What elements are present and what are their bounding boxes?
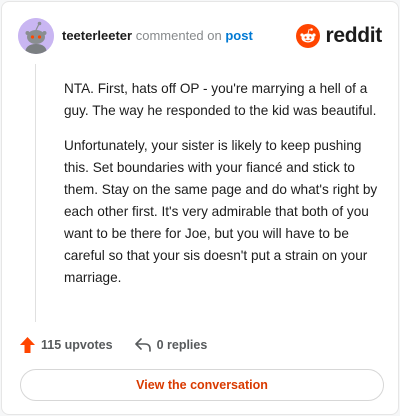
upvote-arrow-icon xyxy=(20,337,35,353)
comment-verb: commented on xyxy=(135,28,222,43)
reply-count: 0 replies xyxy=(156,338,208,352)
comment-paragraph: Unfortunately, your sister is likely to … xyxy=(64,138,378,285)
thread-line xyxy=(35,64,36,322)
comment-header: teeterleeter commented on post reddit xyxy=(18,18,382,54)
post-link[interactable]: post xyxy=(225,28,252,43)
reddit-wordmark: reddit xyxy=(325,24,382,47)
reply-arrow-icon xyxy=(134,338,151,352)
view-conversation-button[interactable]: View the conversation xyxy=(20,369,384,401)
comment-meta: teeterleeter commented on post xyxy=(62,28,253,43)
snoo-avatar-icon xyxy=(18,18,54,54)
replies-button[interactable]: 0 replies xyxy=(134,338,208,352)
comment-body: NTA. First, hats off OP - you're marryin… xyxy=(64,78,389,302)
comment-actions: 115 upvotes 0 replies xyxy=(20,336,207,354)
upvote-count: 115 upvotes xyxy=(41,338,113,352)
upvote-button[interactable]: 115 upvotes xyxy=(20,337,113,353)
comment-paragraph: NTA. First, hats off OP - you're marryin… xyxy=(64,81,377,118)
comment-card: teeterleeter commented on post reddit NT… xyxy=(1,1,399,415)
reddit-logo[interactable]: reddit xyxy=(296,22,382,50)
user-avatar[interactable] xyxy=(18,18,54,54)
username[interactable]: teeterleeter xyxy=(62,28,132,43)
reddit-snoo-icon xyxy=(296,24,321,48)
